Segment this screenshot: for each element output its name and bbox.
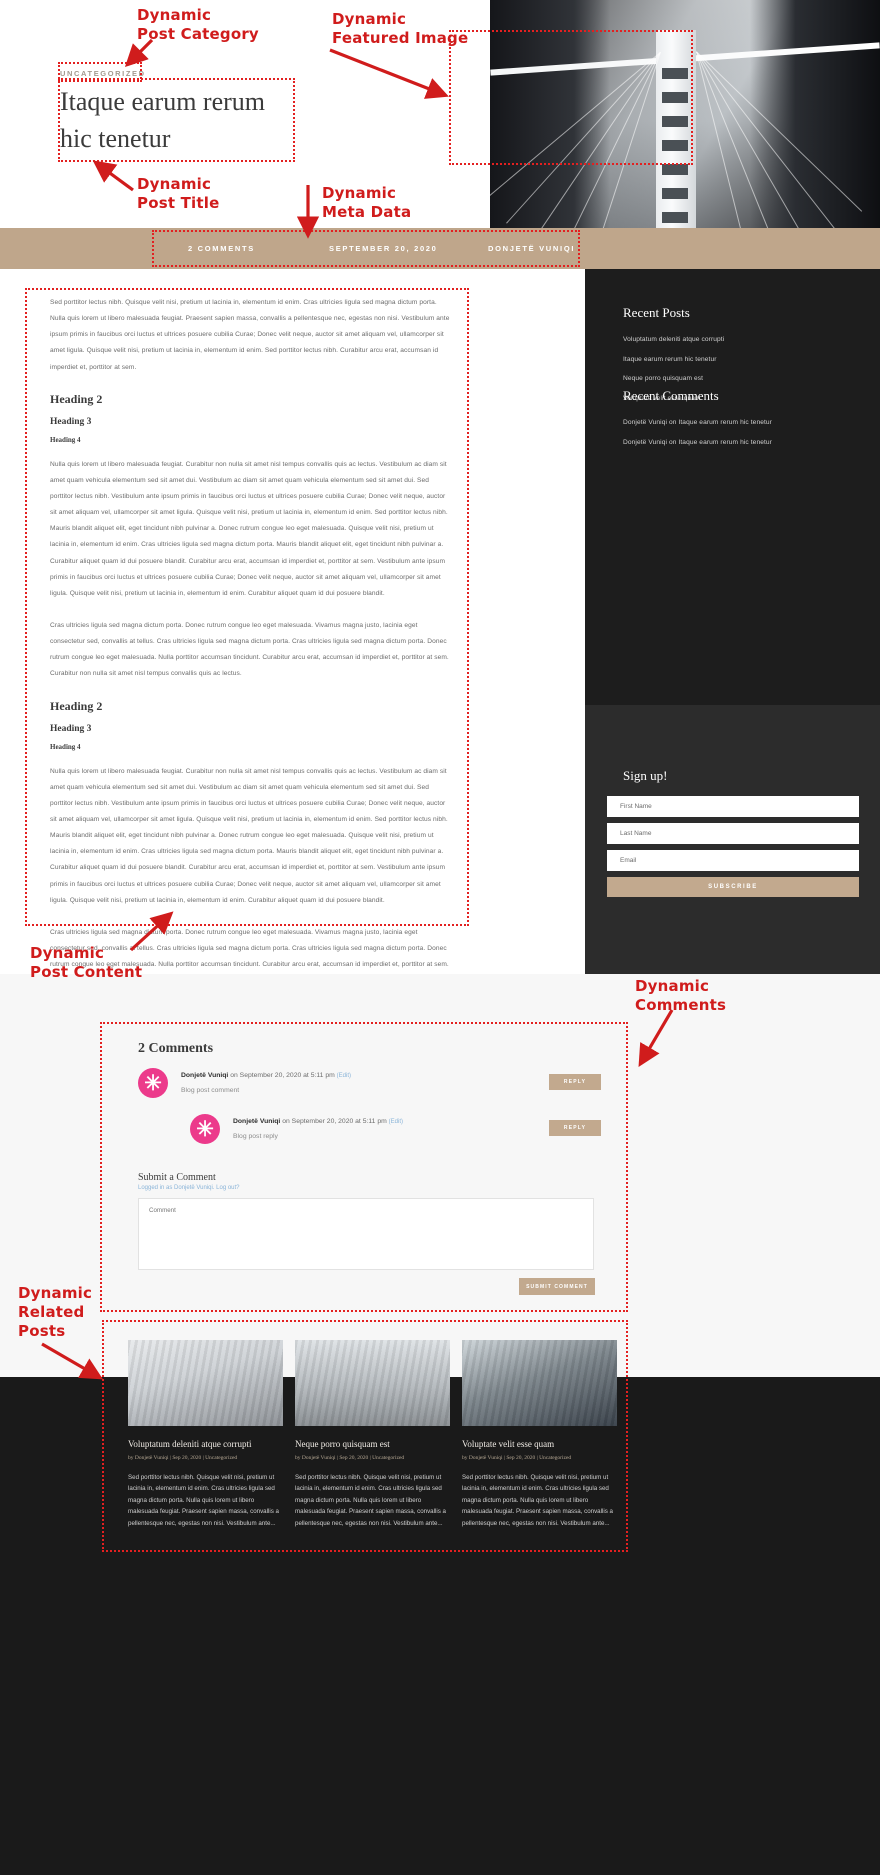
annotation-comments: Dynamic Comments [635, 977, 727, 1014]
annotation-post-content: Dynamic Post Content [30, 944, 143, 981]
annotation-post-category: Dynamic Post Category [137, 6, 259, 43]
annotation-meta-data: Dynamic Meta Data [322, 184, 412, 221]
annotation-arrows [41, 38, 674, 1380]
annotation-featured-image: Dynamic Featured Image [332, 10, 469, 47]
arrow-featured-image [329, 48, 449, 99]
arrow-post-title [92, 160, 134, 192]
arrow-comments [638, 1009, 674, 1068]
annotation-post-title: Dynamic Post Title [137, 175, 220, 212]
annotation-related-posts: Dynamic Related Posts [18, 1284, 93, 1340]
arrow-related-posts [41, 1342, 104, 1380]
